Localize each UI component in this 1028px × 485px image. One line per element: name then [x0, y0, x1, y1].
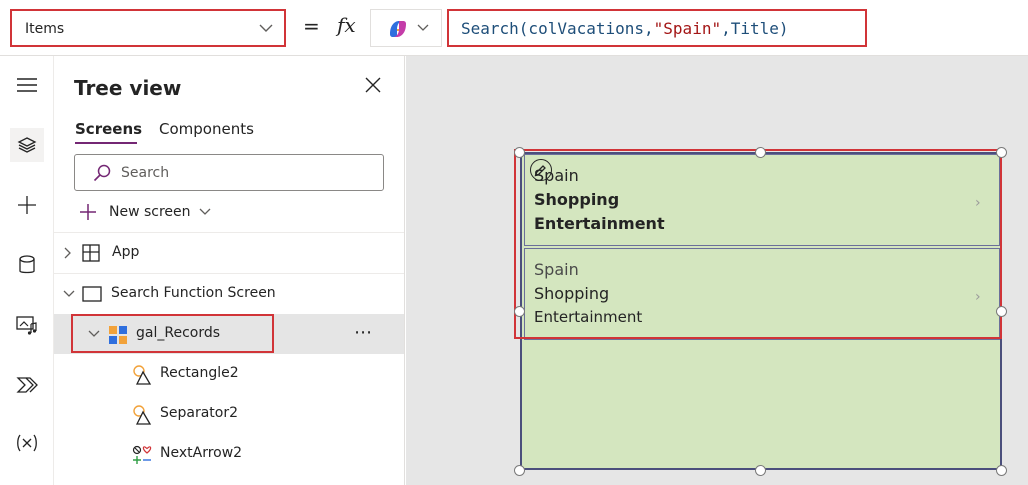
panel-title: Tree view [74, 76, 182, 100]
close-icon[interactable] [364, 76, 382, 94]
tree-view-button[interactable] [10, 128, 44, 162]
variables-button[interactable] [10, 426, 44, 460]
chevron-right-icon [64, 247, 71, 259]
formula-input[interactable]: Search(colVacations,"Spain",Title) [447, 9, 867, 47]
search-input[interactable]: Search [74, 154, 384, 191]
power-apps-studio: Items = fx Search(colVacations,"Spain",T… [0, 0, 1028, 485]
chevron-down-icon [199, 208, 210, 215]
menu-button[interactable] [10, 68, 44, 102]
resize-handle[interactable] [996, 147, 1007, 158]
search-icon [93, 164, 111, 182]
chevron-down-icon [417, 24, 429, 31]
resize-handle[interactable] [996, 306, 1007, 317]
left-rail [0, 56, 54, 485]
tree-view-panel: Tree view Screens Components Search New … [54, 56, 405, 485]
resize-handle[interactable] [514, 465, 525, 476]
search-placeholder: Search [121, 165, 170, 181]
property-value: Items [25, 21, 65, 37]
resize-handle[interactable] [755, 147, 766, 158]
design-canvas[interactable]: Spain Shopping Entertainment › Spain Sho… [406, 56, 1028, 485]
fx-icon[interactable]: fx [337, 13, 356, 37]
icons-icon [132, 445, 152, 464]
plus-icon [80, 204, 96, 220]
media-button[interactable] [10, 308, 44, 342]
tree-item-rectangle[interactable]: Rectangle2 [54, 354, 404, 394]
tree-item-next-arrow[interactable]: NextArrow2 [54, 434, 404, 474]
formula-text: Search(colVacations,"Spain",Title) [461, 19, 789, 38]
more-options-icon[interactable]: ⋯ [354, 322, 373, 343]
resize-handle[interactable] [514, 306, 525, 317]
data-button[interactable] [10, 248, 44, 282]
tree-item-screen[interactable]: Search Function Screen [54, 274, 404, 314]
property-dropdown[interactable]: Items [10, 9, 286, 47]
power-automate-button[interactable] [10, 368, 44, 402]
shape-icon [133, 365, 152, 385]
screen-icon [82, 286, 102, 302]
media-icon [16, 316, 37, 335]
resize-handle[interactable] [996, 465, 1007, 476]
tree-item-label: Search Function Screen [111, 285, 276, 301]
layers-icon [17, 137, 37, 153]
plus-icon [18, 196, 36, 214]
formula-function: Search(colVacations, [461, 19, 654, 38]
tree-item-label: Rectangle2 [160, 365, 239, 381]
chevron-down-icon [63, 290, 75, 297]
formula-string: "Spain" [653, 19, 722, 38]
power-automate-icon [16, 377, 38, 393]
variables-icon [17, 434, 37, 452]
hamburger-icon [17, 78, 37, 92]
insert-button[interactable] [10, 188, 44, 222]
resize-handle[interactable] [755, 465, 766, 476]
app-icon [82, 244, 100, 262]
highlight-box [71, 314, 274, 353]
shape-icon [133, 405, 152, 425]
tree-item-separator[interactable]: Separator2 [54, 394, 404, 434]
database-icon [19, 255, 35, 274]
formula-bar: Items = fx Search(colVacations,"Spain",T… [0, 0, 1028, 56]
tab-screens[interactable]: Screens [75, 120, 142, 138]
copilot-button[interactable] [370, 9, 442, 47]
tree-item-label: Separator2 [160, 405, 239, 421]
tree-item-label: App [112, 244, 140, 260]
new-screen-button[interactable]: New screen [79, 202, 211, 222]
new-screen-label: New screen [109, 204, 191, 220]
resize-handle[interactable] [514, 147, 525, 158]
equals-sign: = [303, 14, 320, 38]
active-tab-indicator [75, 142, 137, 144]
formula-args: ,Title) [721, 19, 789, 38]
chevron-down-icon [259, 24, 273, 32]
tree-item-app[interactable]: App [54, 233, 404, 273]
copilot-icon [390, 21, 406, 37]
tab-components[interactable]: Components [159, 120, 254, 138]
tree-item-label: NextArrow2 [160, 445, 243, 461]
highlight-box [514, 149, 1002, 339]
